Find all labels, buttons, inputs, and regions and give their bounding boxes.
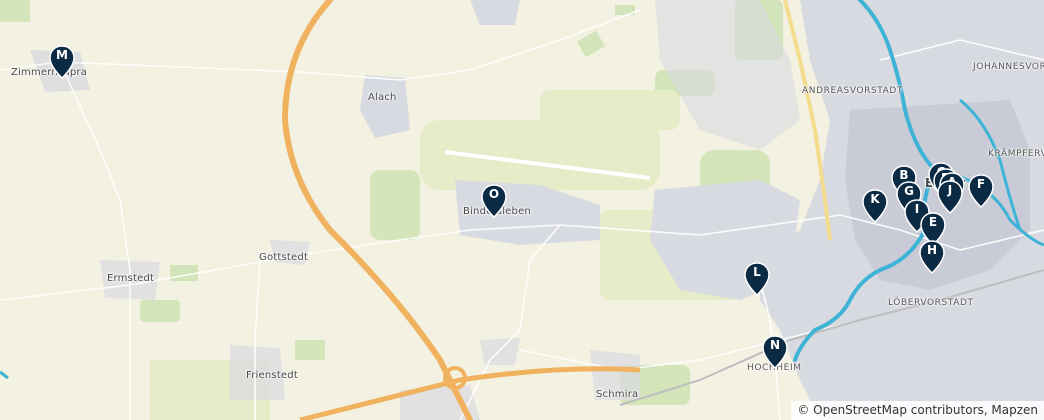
place-label-frienstedt: Frienstedt	[246, 370, 298, 381]
marker-label: E	[928, 215, 938, 229]
place-label-andreasvorstadt: ANDREASVORSTADT	[802, 86, 904, 96]
map-marker-f[interactable]: F	[968, 174, 994, 209]
marker-label: B	[899, 168, 909, 182]
place-label-schmira: Schmira	[596, 389, 639, 400]
map-marker-k[interactable]: K	[862, 189, 888, 224]
marker-label: J	[947, 183, 953, 197]
map-attribution[interactable]: © OpenStreetMap contributors, Mapzen	[791, 401, 1044, 420]
marker-label: K	[870, 192, 880, 206]
map-marker-m[interactable]: M	[49, 45, 75, 80]
map-marker-l[interactable]: L	[744, 262, 770, 297]
place-label-gottstedt: Gottstedt	[259, 252, 309, 263]
marker-label: O	[488, 187, 500, 201]
place-label-ermstedt: Ermstedt	[107, 273, 155, 284]
map-marker-h[interactable]: H	[919, 240, 945, 275]
place-label-loebervorstadt: LÖBERVORSTADT	[888, 298, 974, 308]
place-label-kraempfervorstadt: KRÄMPFERVO	[988, 149, 1044, 159]
map-canvas[interactable]: Zimmernsupra Alach Bindersleben Gottsted…	[0, 0, 1044, 420]
marker-label: M	[56, 48, 68, 62]
marker-label: H	[926, 243, 938, 257]
place-label-johannesvorstadt: JOHANNESVORST	[973, 62, 1044, 72]
marker-label: F	[976, 177, 986, 191]
marker-label: N	[769, 338, 781, 352]
map-marker-o[interactable]: O	[481, 184, 507, 219]
place-label-alach: Alach	[368, 92, 397, 103]
map-marker-n[interactable]: N	[762, 335, 788, 370]
marker-label: L	[753, 265, 761, 279]
map-marker-j[interactable]: J	[937, 180, 963, 215]
marker-label: G	[904, 184, 914, 198]
